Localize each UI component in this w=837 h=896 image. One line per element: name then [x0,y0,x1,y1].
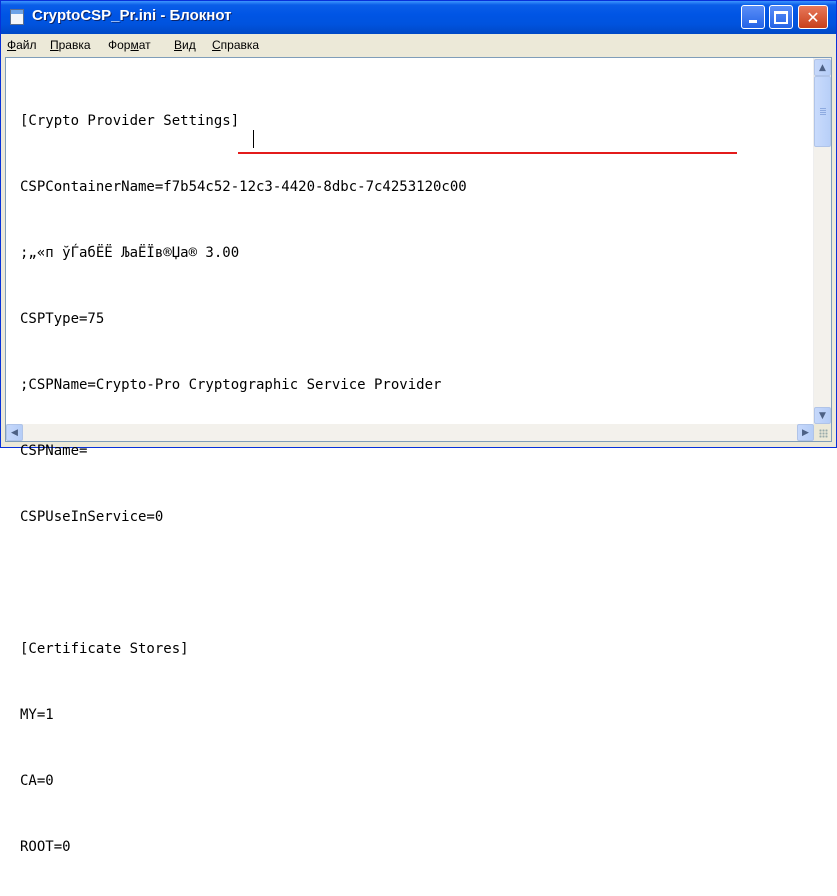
minimize-button[interactable] [741,5,765,29]
menu-format[interactable]: Формат [108,38,151,52]
maximize-button[interactable] [769,5,793,29]
text-line: [Crypto Provider Settings] [20,113,240,129]
title-bar[interactable]: CryptoCSP_Pr.ini - Блокнот ✕ [1,1,836,34]
scroll-right-button[interactable]: ▶ [797,424,814,441]
chevron-right-icon: ▶ [802,427,809,438]
maximize-icon [770,6,792,28]
scroll-left-button[interactable]: ◀ [6,424,23,441]
menu-view[interactable]: Вид [174,38,196,52]
text-caret [253,130,254,148]
text-line: CSPName= [20,443,88,459]
text-line: [Certificate Stores] [20,641,189,657]
menu-help[interactable]: Справка [212,38,259,52]
close-icon: ✕ [806,7,820,27]
text-line: CSPUseInService=0 [20,509,164,525]
scroll-down-button[interactable]: ▼ [814,407,831,424]
notepad-app-icon[interactable] [10,9,24,25]
chevron-down-icon: ▼ [819,410,826,421]
scroll-up-button[interactable]: ▲ [814,59,831,76]
menu-bar: Файл Правка Формат Вид Справка [4,34,833,56]
close-button[interactable]: ✕ [798,5,828,29]
menu-file[interactable]: Файл [7,38,37,52]
vertical-scroll-thumb[interactable] [814,76,831,147]
red-underline-annotation [238,152,737,154]
text-editor[interactable]: [Crypto Provider Settings] CSPContainerN… [5,57,832,855]
text-line: ;CSPName=Crypto-Pro Cryptographic Servic… [20,377,442,393]
minimize-icon [742,6,764,28]
text-line: ROOT=0 [20,839,71,855]
text-line: ;„«п ўЃабЁЁ ЉаЁЇв®Џа® 3.00 [20,245,240,261]
text-line: CSPType=75 [20,311,105,327]
chevron-up-icon: ▲ [819,62,826,73]
text-line: MY=1 [20,707,54,723]
horizontal-scrollbar[interactable]: ◀ ▶ [6,424,814,441]
text-line [20,572,810,594]
notepad-window: CryptoCSP_Pr.ini - Блокнот ✕ Файл Правка… [0,0,837,855]
text-line: CA=0 [20,773,54,789]
window-title: CryptoCSP_Pr.ini - Блокнот [32,7,232,24]
menu-edit[interactable]: Правка [50,38,91,52]
editor-content[interactable]: [Crypto Provider Settings] CSPContainerN… [20,66,810,896]
vertical-scrollbar[interactable]: ▲ ▼ [813,58,831,424]
chevron-left-icon: ◀ [11,427,18,438]
text-line: CSPContainerName=f7b54c52-12c3-4420-8dbc… [20,179,467,195]
resize-grip-icon[interactable] [814,424,831,441]
